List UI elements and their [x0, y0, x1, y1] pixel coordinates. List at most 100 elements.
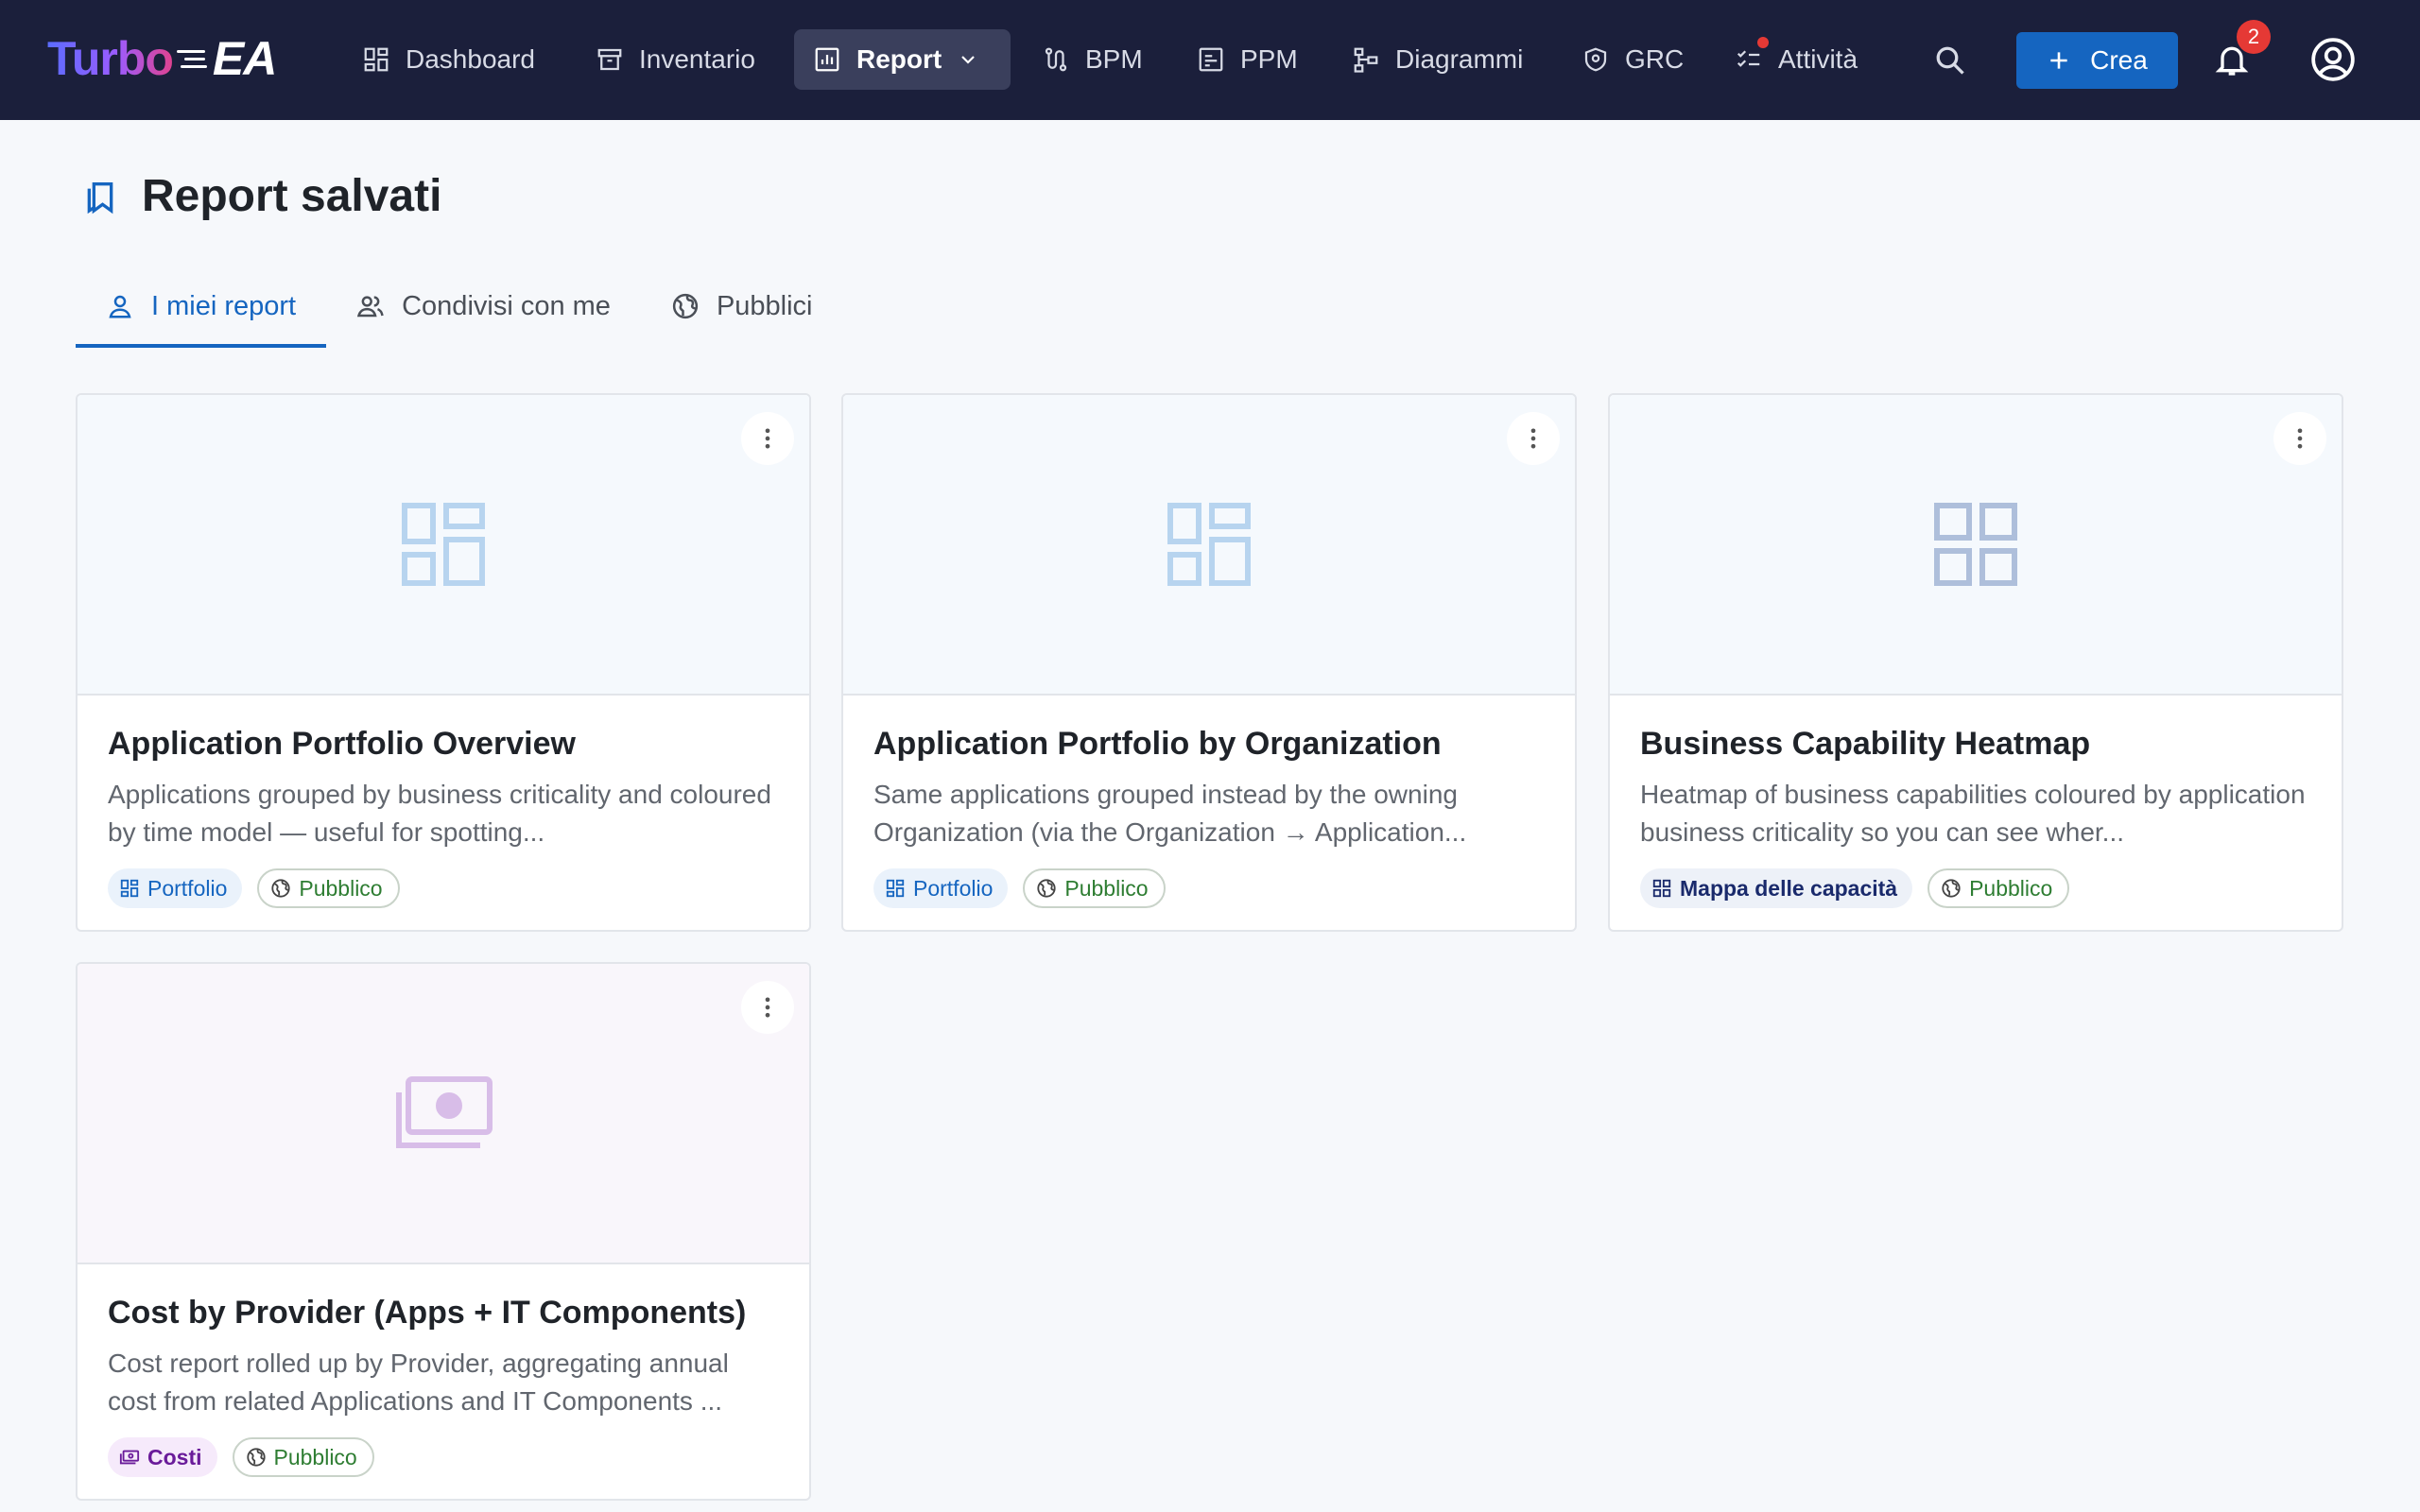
globe-icon: [271, 879, 290, 898]
logo-speed-lines: [176, 44, 209, 73]
nav-diagrams-label: Diagrammi: [1395, 44, 1524, 74]
chip-label: Costi: [147, 1444, 202, 1469]
tab-my-reports[interactable]: I miei report: [76, 265, 327, 348]
nav-grc[interactable]: GRC: [1563, 29, 1703, 90]
tab-public[interactable]: Pubblici: [641, 265, 843, 348]
dashboard-icon: [120, 879, 139, 898]
nav-inventory[interactable]: Inventario: [577, 29, 774, 90]
report-card[interactable]: Application Portfolio by Organization Sa…: [841, 393, 1577, 932]
money-icon: [396, 1076, 493, 1148]
card-description: Heatmap of business capabilities coloure…: [1640, 780, 2306, 847]
tab-my-reports-label: I miei report: [151, 290, 297, 321]
nav-bpm-label: BPM: [1085, 44, 1143, 74]
chip-label: Pubblico: [299, 875, 383, 901]
user-account-button[interactable]: [2308, 35, 2358, 84]
capability-map-icon: [1934, 503, 2017, 586]
turboea-logo[interactable]: Turbo EA: [47, 30, 277, 87]
report-card[interactable]: Business Capability Heatmap Heatmap of b…: [1608, 393, 2343, 932]
card-title[interactable]: Application Portfolio by Organization: [873, 726, 1545, 763]
nav-ppm-label: PPM: [1240, 44, 1298, 74]
globe-icon: [1037, 879, 1056, 898]
more-vertical-icon: [765, 997, 770, 1018]
more-vertical-icon: [765, 428, 770, 449]
diagram-icon: [1354, 47, 1378, 73]
nav-dashboard-label: Dashboard: [406, 44, 535, 74]
report-card[interactable]: Application Portfolio Overview Applicati…: [76, 393, 811, 932]
globe-icon: [672, 293, 699, 319]
search-icon: [1936, 46, 1964, 75]
report-thumbnail: [78, 395, 809, 696]
dashboard-icon: [886, 879, 905, 898]
search-button[interactable]: [1928, 39, 1972, 82]
tab-public-label: Pubblici: [716, 290, 813, 321]
logo-text: Turbo: [47, 32, 174, 85]
visibility-chip: Pubblico: [1927, 868, 2070, 908]
card-title[interactable]: Business Capability Heatmap: [1640, 726, 2311, 763]
nav-report[interactable]: Report: [794, 29, 1011, 90]
chip-label: Pubblico: [1064, 875, 1149, 901]
chip-label: Mappa delle capacità: [1680, 875, 1898, 901]
nav-inventory-label: Inventario: [639, 44, 755, 74]
card-menu-button[interactable]: [2273, 412, 2326, 465]
people-icon: [357, 296, 384, 318]
report-type-chip: Portfolio: [873, 868, 1009, 908]
card-title[interactable]: Cost by Provider (Apps + IT Components): [108, 1295, 779, 1332]
nav-grc-label: GRC: [1625, 44, 1685, 74]
bookmarks-icon: [87, 181, 113, 214]
chip-label: Pubblico: [273, 1444, 357, 1469]
create-button-label: Crea: [2090, 45, 2148, 75]
globe-icon: [1942, 879, 1961, 898]
create-button[interactable]: Crea: [2016, 32, 2178, 89]
nav-report-label: Report: [856, 44, 942, 74]
shield-icon: [1584, 47, 1607, 72]
card-description: Same applications grouped instead by the…: [873, 780, 1467, 847]
nav-bpm[interactable]: BPM: [1023, 29, 1162, 90]
logo-suffix: EA: [212, 32, 277, 85]
card-description: Cost report rolled up by Provider, aggre…: [108, 1349, 729, 1416]
person-icon: [109, 295, 131, 318]
report-type-chip: Costi: [108, 1437, 217, 1477]
card-description: Applications grouped by business critica…: [108, 780, 771, 847]
dashboard-icon: [364, 47, 389, 72]
report-thumbnail: [1610, 395, 2342, 696]
page-header: Report salvati: [81, 170, 441, 222]
ppm-board-icon: [1199, 47, 1223, 72]
report-card[interactable]: Cost by Provider (Apps + IT Components) …: [76, 962, 811, 1501]
more-vertical-icon: [1530, 428, 1536, 449]
nav-ppm[interactable]: PPM: [1178, 29, 1317, 90]
top-nav-bar: Turbo EA Dashboard Inventario Report BPM…: [0, 0, 2420, 120]
report-type-chip: Portfolio: [108, 868, 243, 908]
nav-dashboard[interactable]: Dashboard: [343, 29, 554, 90]
nav-diagrams[interactable]: Diagrammi: [1333, 29, 1542, 90]
tab-shared-label: Condivisi con me: [402, 290, 611, 321]
report-thumbnail: [78, 964, 809, 1264]
nav-activities-label: Attività: [1778, 44, 1858, 74]
money-icon: [119, 1450, 140, 1465]
report-thumbnail: [843, 395, 1575, 696]
bpm-flow-icon: [1045, 47, 1067, 72]
report-chart-icon: [815, 47, 839, 72]
visibility-chip: Pubblico: [1023, 868, 1166, 908]
report-type-chip: Mappa delle capacità: [1640, 868, 1913, 908]
card-title[interactable]: Application Portfolio Overview: [108, 726, 779, 763]
globe-icon: [246, 1448, 266, 1467]
card-menu-button[interactable]: [1507, 412, 1560, 465]
card-menu-button[interactable]: [741, 412, 794, 465]
chip-label: Portfolio: [147, 875, 228, 901]
grid-icon: [1652, 879, 1671, 898]
activities-alert-dot: [1757, 37, 1769, 48]
nav-activities[interactable]: Attività: [1716, 29, 1876, 90]
report-tabs: I miei report Condivisi con me Pubblici: [76, 265, 843, 348]
card-menu-button[interactable]: [741, 981, 794, 1034]
tab-shared-with-me[interactable]: Condivisi con me: [326, 265, 641, 348]
portfolio-grid-icon: [1167, 503, 1251, 586]
visibility-chip: Pubblico: [257, 868, 400, 908]
checklist-icon: [1737, 50, 1760, 67]
notifications-count-badge: 2: [2237, 20, 2271, 54]
account-circle-icon: [2311, 38, 2355, 81]
portfolio-grid-icon: [402, 503, 485, 586]
chip-label: Pubblico: [1969, 875, 2053, 901]
more-vertical-icon: [2297, 428, 2303, 449]
chip-label: Portfolio: [913, 875, 994, 901]
visibility-chip: Pubblico: [232, 1437, 374, 1477]
